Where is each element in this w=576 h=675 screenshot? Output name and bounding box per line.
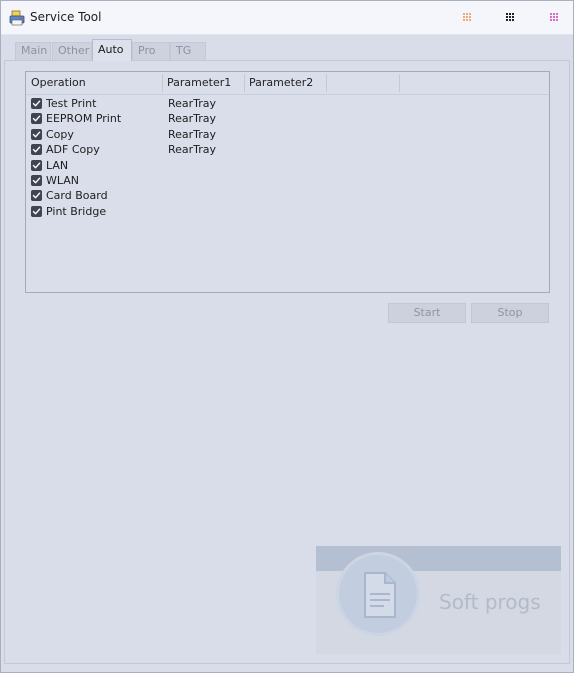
checkmark-icon [32, 208, 41, 215]
tab-pro[interactable]: Pro [132, 42, 170, 60]
parameter1-value: RearTray [168, 127, 217, 141]
checkbox[interactable] [31, 144, 42, 156]
operation-label: Copy [46, 127, 74, 141]
checkbox[interactable] [31, 190, 42, 202]
column-header-parameter1[interactable]: Parameter1 [162, 72, 244, 94]
column-header-operation[interactable]: Operation [26, 72, 162, 94]
checkbox[interactable] [31, 175, 42, 186]
operation-label: Pint Bridge [46, 204, 107, 218]
checkmark-icon [32, 115, 41, 122]
column-header-parameter2[interactable]: Parameter2 [244, 72, 326, 94]
operation-label: WLAN [46, 174, 80, 187]
tab-auto[interactable]: Auto [92, 39, 132, 61]
checkmark-icon [32, 192, 41, 199]
tab-main[interactable]: Main [15, 42, 51, 60]
list-item[interactable]: LAN [26, 158, 549, 173]
column-header-empty[interactable] [326, 72, 399, 94]
list-item[interactable]: ADF Copy RearTray [26, 142, 549, 157]
printer-app-icon [9, 10, 25, 26]
parameter1-value: RearTray [168, 97, 217, 110]
operations-list[interactable]: Operation Parameter1 Parameter2 Test Pri… [25, 71, 550, 293]
watermark-circle [336, 552, 420, 636]
checkmark-icon [32, 162, 41, 168]
service-tool-window: Service Tool Main Other Auto Pro TG Oper… [0, 0, 574, 673]
checkmark-icon [32, 146, 41, 153]
operation-label: Test Print [46, 97, 97, 110]
checkmark-icon [32, 177, 41, 184]
parameter1-value: RearTray [168, 143, 217, 157]
parameter1-value: RearTray [168, 112, 217, 126]
grid-icon-pink[interactable] [546, 9, 562, 25]
list-item[interactable]: Test Print RearTray [26, 96, 549, 111]
column-divider[interactable] [399, 74, 400, 92]
checkbox[interactable] [31, 205, 42, 217]
list-item[interactable]: Card Board [26, 188, 549, 203]
start-button[interactable]: Start [388, 303, 466, 323]
checkbox[interactable] [31, 128, 42, 140]
list-item[interactable]: Pint Bridge [26, 204, 549, 219]
grid-icon-orange[interactable] [459, 9, 475, 25]
checkbox[interactable] [31, 98, 42, 109]
grid-icon-dark[interactable] [502, 9, 518, 25]
window-title: Service Tool [30, 10, 102, 24]
operation-label: Card Board [46, 189, 108, 203]
list-item[interactable]: EEPROM Print RearTray [26, 111, 549, 126]
checkbox[interactable] [31, 113, 42, 125]
operation-label: ADF Copy [46, 143, 100, 157]
operation-label: LAN [46, 158, 69, 172]
title-bar[interactable]: Service Tool [1, 1, 573, 35]
operation-label: EEPROM Print [46, 112, 122, 126]
checkmark-icon [32, 100, 41, 107]
document-icon [364, 572, 396, 618]
tab-tg[interactable]: TG [170, 42, 206, 60]
checkmark-icon [32, 131, 41, 138]
list-header: Operation Parameter1 Parameter2 [26, 72, 549, 95]
list-item[interactable]: Copy RearTray [26, 127, 549, 142]
watermark: Soft progs [316, 546, 561, 654]
stop-button[interactable]: Stop [471, 303, 549, 323]
watermark-text: Soft progs [439, 590, 541, 614]
checkbox[interactable] [31, 159, 42, 171]
tab-other[interactable]: Other [52, 42, 92, 60]
list-item[interactable]: WLAN [26, 173, 549, 188]
